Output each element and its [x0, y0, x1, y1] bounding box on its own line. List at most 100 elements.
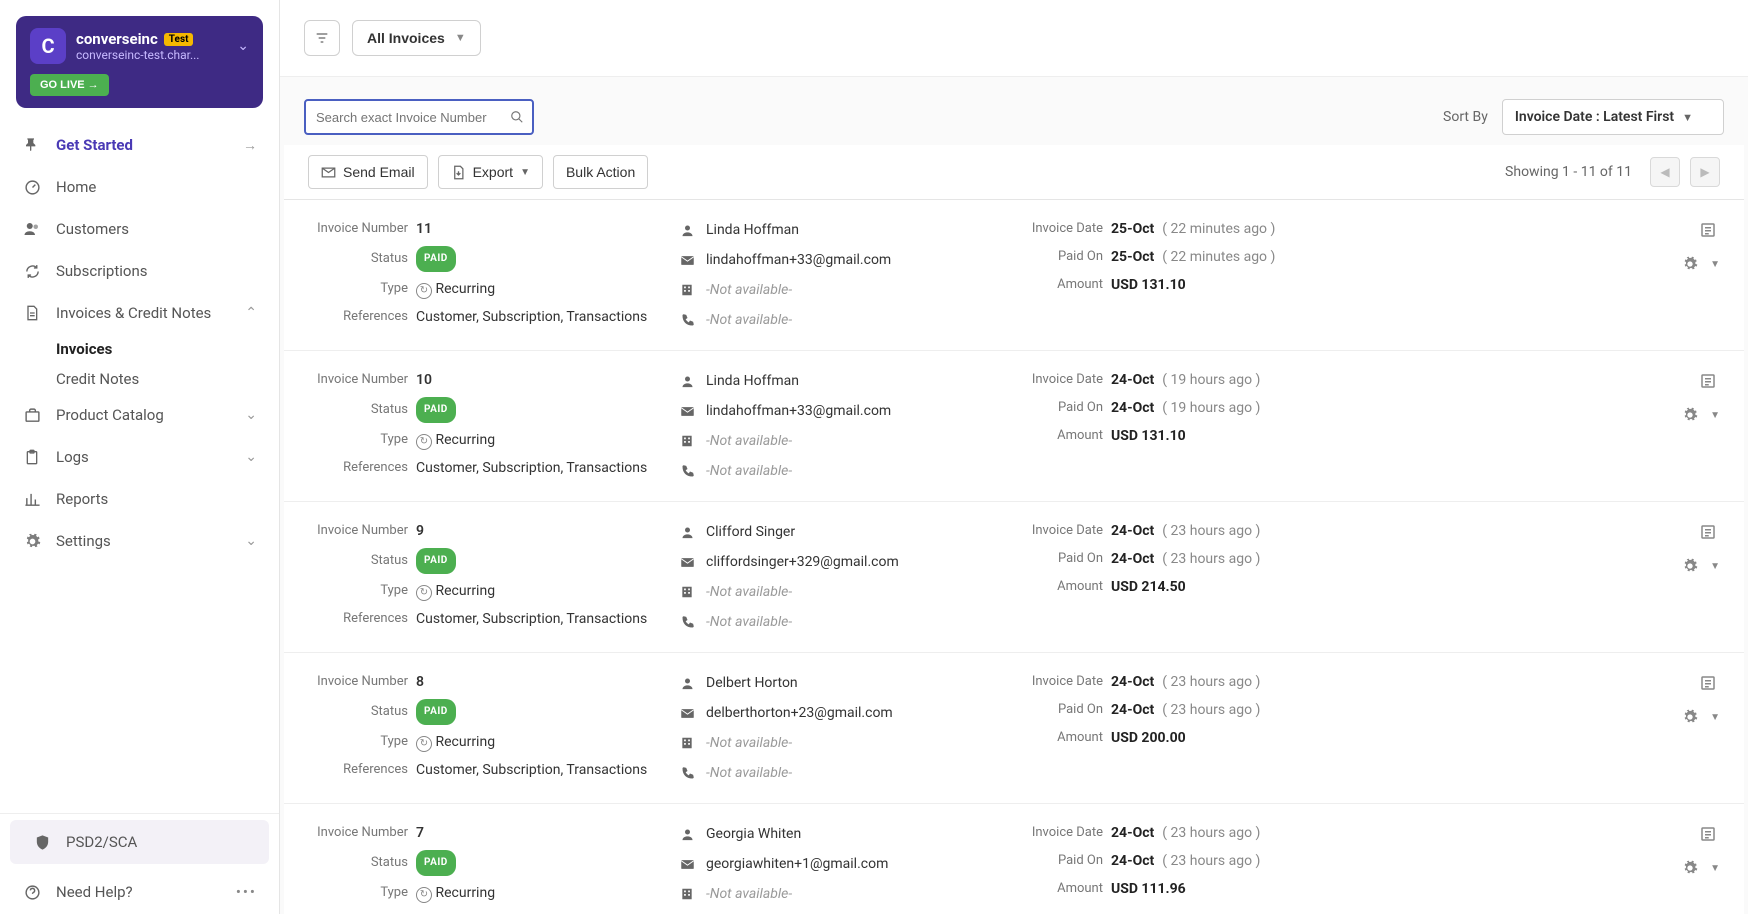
filter-button[interactable] — [304, 20, 340, 56]
invoice-number-link[interactable]: 10 — [416, 369, 432, 391]
footer-label: Need Help? — [56, 883, 133, 901]
field-label: Invoice Date — [1018, 822, 1103, 844]
invoice-row[interactable]: Invoice Number8 StatusPAID Type↻ Recurri… — [284, 653, 1744, 804]
invoice-number-link[interactable]: 7 — [416, 822, 424, 844]
field-label: Amount — [1018, 878, 1103, 900]
phone-value: -Not available- — [706, 610, 792, 634]
status-badge: PAID — [416, 850, 456, 876]
status-badge: PAID — [416, 699, 456, 725]
sort-dropdown[interactable]: Invoice Date : Latest First ▼ — [1502, 99, 1724, 135]
phone-icon — [678, 464, 696, 479]
field-label: Amount — [1018, 576, 1103, 598]
gauge-icon — [22, 177, 42, 197]
nav-customers[interactable]: Customers — [0, 208, 279, 250]
nav-label: Logs — [56, 448, 89, 466]
nav-home[interactable]: Home — [0, 166, 279, 208]
go-live-button[interactable]: GO LIVE — [30, 74, 109, 96]
details-icon[interactable] — [1696, 671, 1720, 695]
nav-reports[interactable]: Reports — [0, 478, 279, 520]
field-label: Paid On — [1018, 699, 1103, 721]
field-label: Paid On — [1018, 548, 1103, 570]
help-icon — [22, 882, 42, 902]
invoice-row[interactable]: Invoice Number10 StatusPAID Type↻ Recurr… — [284, 351, 1744, 502]
nav-subscriptions[interactable]: Subscriptions — [0, 250, 279, 292]
view-filter-dropdown[interactable]: All Invoices ▼ — [352, 20, 481, 56]
nav-logs[interactable]: Logs ⌄ — [0, 436, 279, 478]
nav-label: Customers — [56, 220, 129, 238]
nav-settings[interactable]: Settings ⌄ — [0, 520, 279, 562]
export-button[interactable]: Export ▼ — [438, 155, 543, 189]
amount-value: USD 131.10 — [1111, 425, 1186, 447]
row-settings-button[interactable] — [1678, 554, 1702, 578]
customer-email: cliffordsinger+329@gmail.com — [706, 550, 899, 574]
caret-down-icon: ▼ — [1710, 712, 1720, 723]
invoice-number-link[interactable]: 8 — [416, 671, 424, 693]
nav-sub-invoices[interactable]: Invoices — [0, 334, 279, 364]
phone-value: -Not available- — [706, 308, 792, 332]
invoice-number-link[interactable]: 11 — [416, 218, 432, 240]
field-label: Type — [308, 731, 408, 753]
bulk-action-button[interactable]: Bulk Action — [553, 155, 648, 189]
next-page-button[interactable]: ▶ — [1690, 157, 1720, 187]
type-value: ↻ Recurring — [416, 278, 495, 300]
nav-invoices-credit-notes[interactable]: Invoices & Credit Notes ⌃ — [0, 292, 279, 334]
customer-name: Georgia Whiten — [706, 822, 801, 846]
person-icon — [678, 223, 696, 238]
nav-product-catalog[interactable]: Product Catalog ⌄ — [0, 394, 279, 436]
type-value: ↻ Recurring — [416, 882, 495, 904]
nav-sub-credit-notes[interactable]: Credit Notes — [0, 364, 279, 394]
field-label: Type — [308, 429, 408, 451]
org-switcher[interactable]: C converseinc Test converseinc-test.char… — [16, 16, 263, 108]
prev-page-button[interactable]: ◀ — [1650, 157, 1680, 187]
caret-down-icon: ▼ — [1710, 863, 1720, 874]
filter-row: Sort By Invoice Date : Latest First ▼ — [280, 77, 1748, 145]
invoice-row[interactable]: Invoice Number11 StatusPAID Type↻ Recurr… — [284, 200, 1744, 351]
footer-help[interactable]: Need Help? ••• — [0, 870, 279, 914]
paid-date: 25-Oct — [1111, 246, 1154, 268]
customer-name: Linda Hoffman — [706, 369, 799, 393]
company-value: -Not available- — [706, 278, 792, 302]
paid-date: 24-Oct — [1111, 548, 1154, 570]
caret-down-icon: ▼ — [1682, 111, 1693, 124]
caret-down-icon: ▼ — [520, 167, 530, 178]
row-settings-button[interactable] — [1678, 856, 1702, 880]
field-label: Status — [308, 248, 408, 270]
field-label: Invoice Number — [308, 822, 408, 844]
more-icon[interactable]: ••• — [236, 883, 257, 901]
row-settings-button[interactable] — [1678, 403, 1702, 427]
field-label: Paid On — [1018, 246, 1103, 268]
invoice-number-link[interactable]: 9 — [416, 520, 424, 542]
org-logo: C — [30, 28, 66, 64]
invoice-row[interactable]: Invoice Number7 StatusPAID Type↻ Recurri… — [284, 804, 1744, 914]
details-icon[interactable] — [1696, 822, 1720, 846]
filter-icon — [314, 30, 330, 46]
person-icon — [678, 676, 696, 691]
references-value: Customer, Subscription, Transactions — [416, 457, 647, 479]
chart-icon — [22, 489, 42, 509]
search-input[interactable] — [304, 99, 534, 135]
send-email-button[interactable]: Send Email — [308, 155, 428, 189]
arrow-right-icon: → — [243, 137, 257, 154]
field-label: Paid On — [1018, 850, 1103, 872]
refresh-icon — [22, 261, 42, 281]
nav-label: Get Started — [56, 136, 133, 154]
nav-label: Reports — [56, 490, 108, 508]
row-settings-button[interactable] — [1678, 252, 1702, 276]
nav-get-started[interactable]: Get Started → — [0, 124, 279, 166]
button-label: Bulk Action — [566, 164, 635, 180]
org-domain: converseinc-test.char... — [76, 48, 227, 62]
users-icon — [22, 219, 42, 239]
recurring-icon: ↻ — [416, 585, 432, 601]
field-label: Invoice Number — [308, 520, 408, 542]
details-icon[interactable] — [1696, 218, 1720, 242]
footer-psd2[interactable]: PSD2/SCA — [10, 820, 269, 864]
company-value: -Not available- — [706, 429, 792, 453]
row-settings-button[interactable] — [1678, 705, 1702, 729]
details-icon[interactable] — [1696, 520, 1720, 544]
details-icon[interactable] — [1696, 369, 1720, 393]
building-icon — [678, 887, 696, 901]
invoice-date-ago: ( 23 hours ago ) — [1162, 671, 1260, 693]
invoice-row[interactable]: Invoice Number9 StatusPAID Type↻ Recurri… — [284, 502, 1744, 653]
status-badge: PAID — [416, 548, 456, 574]
building-icon — [678, 585, 696, 599]
